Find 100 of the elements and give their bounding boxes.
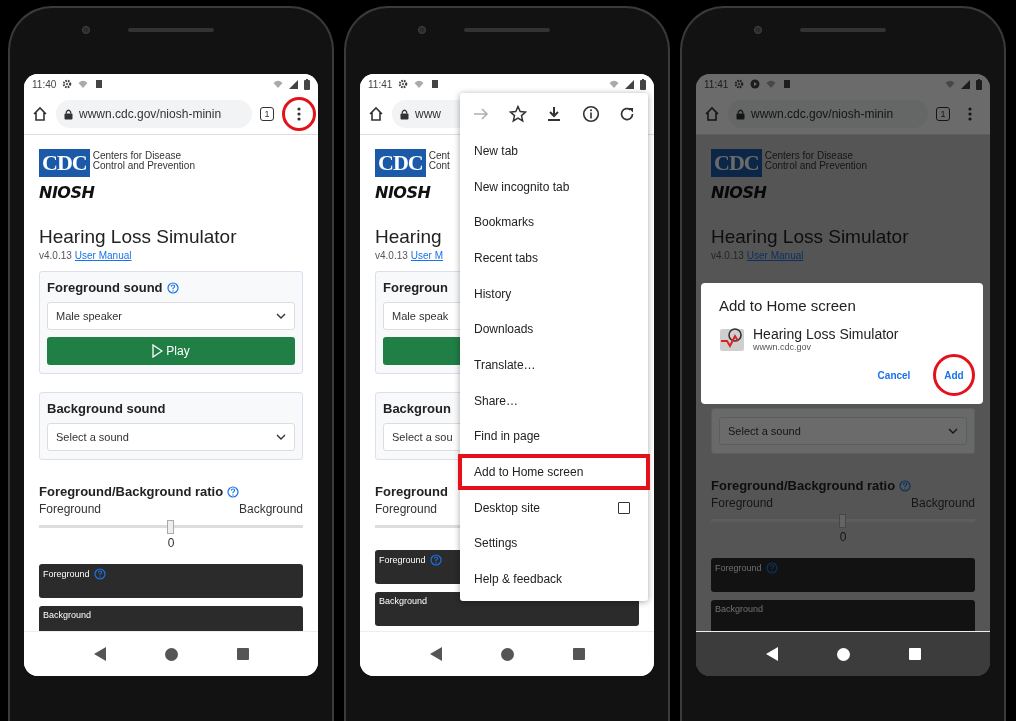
niosh-logo: NIOSH <box>39 183 95 202</box>
menu-button[interactable] <box>282 97 316 131</box>
dialog-button[interactable]: Cancel <box>873 354 915 396</box>
info-icon[interactable] <box>581 105 600 123</box>
circle-icon <box>750 79 761 89</box>
version-text: v4.0.13 <box>375 250 408 261</box>
home-circle-icon[interactable] <box>836 647 850 661</box>
panel-label: Background <box>715 604 764 614</box>
chevron-down-icon <box>948 428 958 434</box>
menu-item[interactable]: Share… <box>458 382 650 419</box>
wifi-icon <box>78 79 89 89</box>
home-circle-icon[interactable] <box>500 647 514 661</box>
wifi-icon <box>414 79 425 89</box>
url-text: wwwn.cdc.gov/niosh-minin <box>751 107 894 121</box>
menu-item[interactable]: Help & feedback <box>458 561 650 597</box>
wifi-icon <box>945 79 955 89</box>
section-heading: Foreground <box>375 484 448 499</box>
slider-label: Background <box>910 496 975 510</box>
clock-time: 11:41 <box>368 78 393 90</box>
menu-item[interactable]: Translate… <box>458 347 650 383</box>
tab-switcher-button[interactable]: 1 <box>936 107 950 121</box>
menu-item[interactable]: New tab <box>458 133 650 169</box>
home-circle-icon[interactable] <box>164 647 178 661</box>
menu-item-label[interactable]: Desktop site <box>474 500 541 515</box>
sd-card-icon <box>430 79 441 89</box>
home-icon[interactable] <box>32 106 48 122</box>
play-button[interactable]: Play <box>47 337 295 365</box>
panel-label: Background <box>43 610 92 620</box>
gear-icon <box>734 79 745 89</box>
section-heading: Backgroun <box>383 401 451 416</box>
menu-item[interactable]: History <box>458 275 650 312</box>
camera-icon <box>418 26 426 34</box>
panel-label: Foreground <box>715 563 762 573</box>
clock-time: 11:40 <box>32 78 57 90</box>
help-icon[interactable] <box>429 554 442 566</box>
dropdown-value: Select a sound <box>56 431 129 443</box>
section-heading: Foregroun <box>383 280 448 295</box>
recents-square-icon[interactable] <box>236 648 249 660</box>
sd-card-icon <box>94 79 105 89</box>
camera-icon <box>82 26 90 34</box>
back-icon[interactable] <box>429 647 442 661</box>
wifi-icon <box>609 79 619 89</box>
chevron-down-icon <box>276 434 286 440</box>
back-icon[interactable] <box>765 647 778 661</box>
slider-thumb[interactable] <box>839 514 846 528</box>
page-title: Hearing Loss Simulator <box>711 226 909 248</box>
slider-value: 0 <box>839 530 847 544</box>
dropdown[interactable]: Male speaker <box>47 302 295 330</box>
panel-label: Foreground <box>379 555 426 565</box>
menu-item[interactable]: Bookmarks <box>458 204 650 241</box>
home-icon[interactable] <box>368 106 384 122</box>
menu-item[interactable]: New incognito tab <box>458 168 650 205</box>
page-title: Hearing Loss Simulator <box>39 226 237 248</box>
menu-item[interactable]: Recent tabs <box>458 240 650 276</box>
section-heading: Foreground/Background ratio <box>39 484 224 499</box>
refresh-icon[interactable] <box>618 105 636 123</box>
download-icon[interactable] <box>545 105 563 123</box>
niosh-logo: NIOSH <box>375 183 431 202</box>
back-icon[interactable] <box>93 647 106 661</box>
app-icon <box>719 326 745 352</box>
slider-thumb[interactable] <box>167 520 174 534</box>
menu-item[interactable]: Find in page <box>458 418 650 455</box>
checkbox[interactable] <box>618 501 630 514</box>
cdc-logo: CDC <box>39 149 90 177</box>
recents-square-icon[interactable] <box>572 648 585 660</box>
agency-name: Control and Prevention <box>92 161 195 171</box>
recents-square-icon[interactable] <box>908 648 921 660</box>
help-icon[interactable] <box>227 485 240 498</box>
wifi-icon <box>766 79 777 89</box>
dropdown-value: Male speaker <box>56 310 123 322</box>
dialog-button[interactable]: Add <box>933 354 975 396</box>
slider-label: Foreground <box>39 502 102 516</box>
menu-item[interactable]: Add to Home screen <box>458 454 650 490</box>
sd-card-icon <box>782 79 793 89</box>
cdc-logo: CDC <box>375 149 426 177</box>
section-heading: Foreground sound <box>47 280 163 295</box>
slider-label: Foreground <box>711 496 774 510</box>
agency-name: Centers for Disease <box>764 151 855 161</box>
wifi-icon <box>273 79 283 89</box>
more-options-icon <box>297 107 301 121</box>
version-text: v4.0.13 <box>39 250 72 261</box>
panel-label: Background <box>379 596 428 606</box>
battery-icon <box>640 78 646 90</box>
menu-item[interactable]: Downloads <box>458 311 650 348</box>
star-icon[interactable] <box>508 105 527 123</box>
slider-label: Foreground <box>375 502 438 516</box>
dropdown-value: Select a sound <box>728 425 801 437</box>
dropdown[interactable]: Select a sound <box>47 423 295 451</box>
user-manual-link[interactable]: User M <box>410 250 444 261</box>
clock-time: 11:41 <box>704 78 729 90</box>
menu-item[interactable]: Settings <box>458 525 650 562</box>
help-icon[interactable] <box>93 568 106 580</box>
user-manual-link[interactable]: User Manual <box>74 250 132 261</box>
page-title: Hearing <box>375 226 442 248</box>
lock-icon <box>736 108 745 120</box>
help-icon[interactable] <box>166 281 179 294</box>
app-name: Hearing Loss Simulator <box>753 326 899 342</box>
tab-switcher-button[interactable]: 1 <box>260 107 274 121</box>
address-bar[interactable]: wwwn.cdc.gov/niosh-minin <box>56 100 252 128</box>
dialog-title: Add to Home screen <box>719 297 857 314</box>
